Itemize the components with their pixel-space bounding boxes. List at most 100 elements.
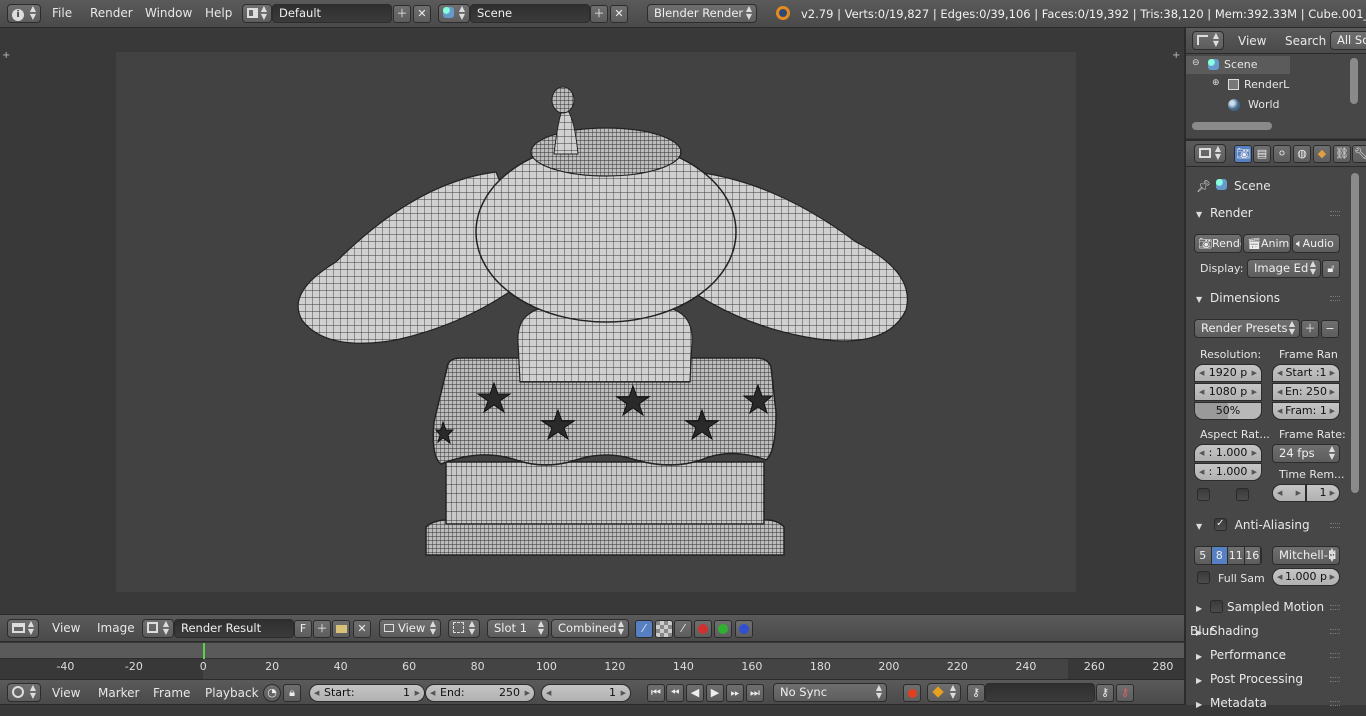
screen-layout-field[interactable]: Default	[272, 4, 392, 23]
menu-window[interactable]: Window	[145, 0, 192, 27]
pivot-dropdown[interactable]: ▲ ▼	[448, 619, 480, 638]
aspect-x-field[interactable]: ◀: 1.000 ▶	[1194, 444, 1262, 462]
menu-playback[interactable]: Playback	[205, 680, 259, 706]
timeline-scrubber-bar[interactable]	[0, 643, 1184, 659]
properties-scrollbar[interactable]	[1351, 173, 1359, 493]
frame-rate-dropdown[interactable]: 24 fps ▲ ▼	[1272, 444, 1340, 463]
menu-help[interactable]: Help	[205, 0, 232, 27]
menu-image[interactable]: Image	[97, 615, 135, 642]
image-editor-viewport[interactable]: + +	[0, 28, 1184, 614]
tab-world[interactable]: ◍	[1293, 145, 1311, 163]
render-audio-button[interactable]: 🔈︎Audio	[1292, 234, 1340, 253]
aa-sample-8-button[interactable]: 8	[1211, 547, 1228, 564]
filter-size-field[interactable]: ◀ 1.000 p ▶	[1272, 568, 1340, 586]
tab-object[interactable]: ◆	[1313, 145, 1331, 163]
frame-end-field[interactable]: ◀ En: 250 ▶	[1272, 383, 1340, 401]
menu-frame[interactable]: Frame	[153, 680, 190, 706]
keying-set-dropdown[interactable]: ▲ ▼	[927, 683, 961, 702]
preview-range-button[interactable]: ◔	[263, 684, 281, 702]
outliner-vertical-scrollbar[interactable]	[1350, 58, 1358, 104]
motion-blur-checkbox[interactable]	[1210, 600, 1223, 613]
aa-sample-16-button[interactable]: 16	[1244, 547, 1261, 564]
start-frame-field[interactable]: ◀ Start: 1 ▶	[309, 684, 425, 702]
properties-editor-type-button[interactable]: ▲ ▼	[1194, 144, 1226, 163]
tab-render-layers[interactable]: ▤	[1253, 145, 1271, 163]
jump-keyframe-back-button[interactable]: ⏪︎	[666, 684, 684, 702]
resolution-x-field[interactable]: ◀ 1920 p ▶	[1194, 364, 1262, 382]
sync-mode-dropdown[interactable]: No Sync ▲ ▼	[773, 683, 887, 702]
auto-keyframe-button[interactable]	[903, 684, 921, 702]
outliner-menu-search[interactable]: Search	[1285, 28, 1326, 54]
outliner-row-world[interactable]: World	[1186, 96, 1346, 114]
blue-channel-button[interactable]	[735, 620, 753, 638]
lock-interface-button[interactable]: 🔓︎	[1322, 260, 1340, 278]
frame-step-field[interactable]: ◀ Fram: 1 ▶	[1272, 402, 1340, 420]
red-channel-button[interactable]	[694, 620, 712, 638]
alpha-checker-button[interactable]	[655, 620, 673, 638]
delete-keyframe-button[interactable]: ⚷	[1116, 684, 1134, 702]
tab-modifiers[interactable]: 🔧︎	[1352, 145, 1366, 163]
scene-icon-button[interactable]: ▲ ▼	[438, 4, 470, 23]
anti-aliasing-panel-header[interactable]: ▼ ✓ Anti-Aliasing	[1190, 514, 1344, 536]
menu-view[interactable]: View	[52, 615, 80, 642]
outliner-display-mode-dropdown[interactable]: All Sc	[1330, 31, 1366, 50]
panel-drag-grip[interactable]	[1330, 605, 1340, 610]
corner-plus-icon[interactable]: +	[1172, 50, 1180, 61]
unlink-image-button[interactable]: ✕	[353, 620, 371, 638]
panel-header-metadata[interactable]: ▶ Metadata	[1190, 692, 1344, 714]
time-remap-old-field[interactable]: ◀ ▶	[1272, 484, 1306, 502]
jump-start-button[interactable]: ⏮︎	[647, 684, 665, 702]
render-animation-button[interactable]: 🎬︎Anima	[1243, 234, 1291, 253]
anti-aliasing-checkbox[interactable]: ✓	[1213, 518, 1227, 531]
menu-view[interactable]: View	[52, 680, 80, 706]
dimensions-panel-header[interactable]: ▼ Dimensions	[1190, 287, 1344, 309]
panel-header-performance[interactable]: ▶ Performance	[1190, 644, 1344, 666]
tab-render[interactable]: 📷︎	[1234, 145, 1252, 163]
image-browse-button[interactable]: ▲ ▼	[142, 619, 174, 638]
editor-type-button[interactable]: ▲ ▼	[7, 619, 39, 638]
resolution-y-field[interactable]: ◀ 1080 p ▶	[1194, 383, 1262, 401]
aa-sample-11-button[interactable]: 11	[1228, 547, 1245, 564]
menu-render[interactable]: Render	[90, 0, 133, 27]
menu-file[interactable]: File	[52, 0, 72, 27]
aa-filter-dropdown[interactable]: Mitchell-N ▲ ▼	[1272, 546, 1340, 565]
new-image-button[interactable]: ＋	[313, 620, 331, 638]
crop-checkbox[interactable]	[1236, 488, 1249, 501]
panel-drag-grip[interactable]	[1330, 701, 1340, 706]
remove-scene-button[interactable]: ✕	[610, 5, 628, 23]
aa-sample-5-button[interactable]: 5	[1195, 547, 1212, 564]
jump-end-button[interactable]: ⏭︎	[746, 684, 764, 702]
tab-scene[interactable]: ⚪	[1273, 145, 1291, 163]
outliner-menu-view[interactable]: View	[1238, 28, 1266, 54]
render-slot-dropdown[interactable]: Slot 1 ▲ ▼	[487, 619, 549, 638]
tab-constraints[interactable]: ⛓︎	[1333, 145, 1351, 163]
green-channel-button[interactable]	[714, 620, 732, 638]
collapse-icon[interactable]: ⊖	[1192, 58, 1200, 68]
frame-start-field[interactable]: ◀ Start :1 ▶	[1272, 364, 1340, 382]
open-image-button[interactable]	[332, 620, 350, 638]
display-dropdown[interactable]: Image Ed ▲ ▼	[1247, 259, 1321, 278]
outliner-row-renderlayers[interactable]: ⊕ RenderL	[1186, 76, 1346, 94]
panel-header-shading[interactable]: ▶ Shading	[1190, 620, 1344, 642]
outliner-editor-type-button[interactable]: ▲ ▼	[1192, 31, 1224, 50]
play-button[interactable]: ▶	[706, 684, 724, 702]
render-presets-dropdown[interactable]: Render Presets ▲ ▼	[1194, 319, 1300, 338]
timeline-editor-type-button[interactable]: ▲ ▼	[7, 683, 41, 702]
full-sample-checkbox[interactable]	[1197, 571, 1210, 584]
z-buffer-button[interactable]: ⁄	[674, 620, 692, 638]
corner-plus-icon[interactable]: +	[2, 50, 10, 61]
panel-header-sampled-motion-blur[interactable]: ▶ Sampled Motion Blur	[1190, 596, 1344, 638]
view-mode-dropdown[interactable]: View ▲ ▼	[379, 619, 441, 638]
pin-icon[interactable]: 📌︎	[1196, 179, 1211, 193]
jump-keyframe-forward-button[interactable]: ⏩︎	[726, 684, 744, 702]
end-frame-field[interactable]: ◀ End: 250 ▶	[425, 684, 535, 702]
active-keying-set-field[interactable]	[985, 683, 1095, 702]
image-name-field[interactable]: Render Result	[174, 619, 294, 638]
render-panel-header[interactable]: ▼ Render	[1190, 202, 1344, 224]
panel-header-post-processing[interactable]: ▶ Post Processing	[1190, 668, 1344, 690]
panel-drag-grip[interactable]	[1330, 653, 1340, 658]
render-image-button[interactable]: 📷︎Rende	[1194, 234, 1242, 253]
draw-channels-rgb-button[interactable]: ⁄	[635, 620, 653, 638]
fake-user-button[interactable]: F	[294, 620, 312, 638]
add-preset-button[interactable]: ＋	[1301, 320, 1319, 338]
